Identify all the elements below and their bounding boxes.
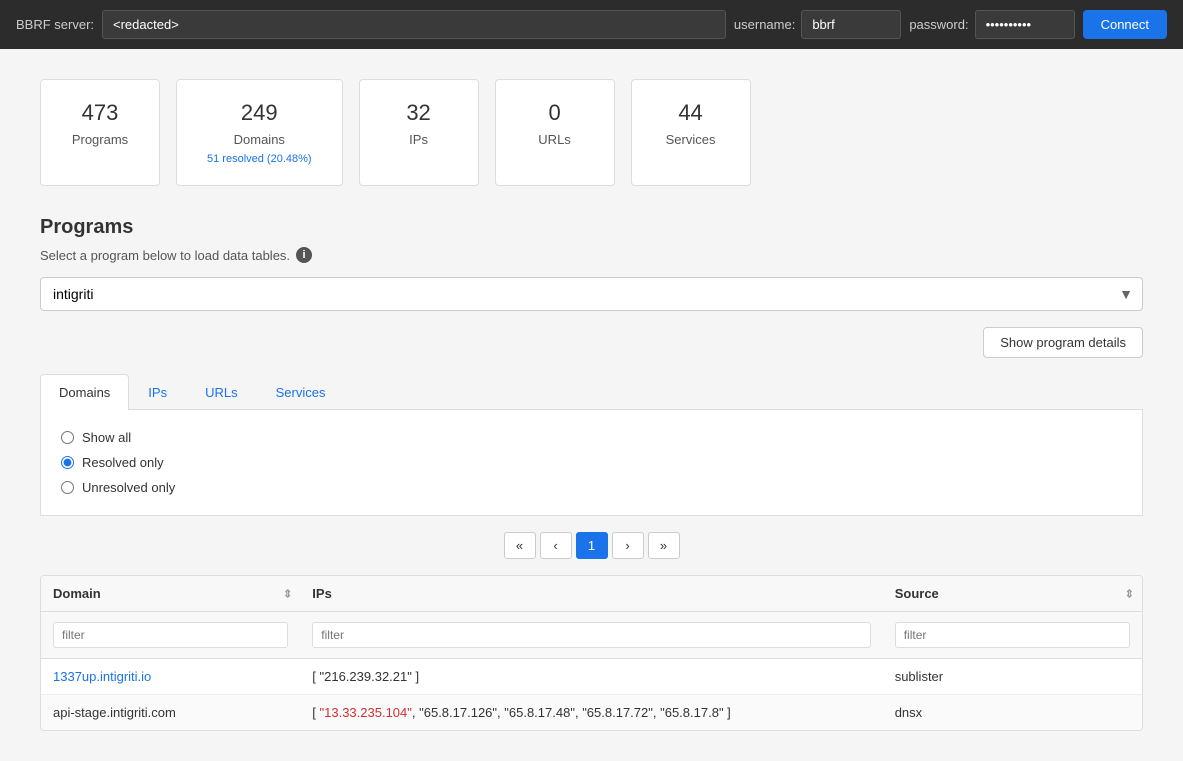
sort-icon-domain: ⇕: [283, 587, 292, 600]
stats-row: 473 Programs 249 Domains 51 resolved (20…: [40, 79, 1143, 186]
domain-filter-input[interactable]: [53, 622, 288, 648]
stat-label-ips: IPs: [390, 132, 448, 147]
table-cell-domain-1: api-stage.intigriti.com: [41, 695, 300, 731]
stat-label-urls: URLs: [526, 132, 584, 147]
ips-filter-input[interactable]: [312, 622, 870, 648]
username-label: username:: [734, 17, 795, 32]
tab-ips[interactable]: IPs: [129, 374, 186, 410]
main-content: 473 Programs 249 Domains 51 resolved (20…: [0, 49, 1183, 761]
tabs-bar: DomainsIPsURLsServices: [40, 374, 1143, 410]
next-page-button[interactable]: ›: [612, 532, 644, 559]
filter-panel: Show all Resolved only Unresolved only: [40, 410, 1143, 516]
last-page-button[interactable]: »: [648, 532, 680, 559]
ip-value-1-3: "65.8.17.72": [582, 705, 653, 720]
tab-domains[interactable]: Domains: [40, 374, 129, 410]
password-label: password:: [909, 17, 968, 32]
ip-value-1-4: "65.8.17.8": [660, 705, 723, 720]
resolved-only-radio-input[interactable]: [61, 456, 74, 469]
table-cell-source-0: sublister: [883, 659, 1142, 695]
header: BBRF server: username: password: Connect: [0, 0, 1183, 49]
current-page-button[interactable]: 1: [576, 532, 608, 559]
programs-section-title: Programs: [40, 216, 1143, 239]
source-filter-input[interactable]: [895, 622, 1130, 648]
stat-card-programs: 473 Programs: [40, 79, 160, 186]
table-cell-ips-1: [ "13.33.235.104", "65.8.17.126", "65.8.…: [300, 695, 882, 731]
show-all-radio[interactable]: Show all: [61, 430, 1122, 445]
program-select-wrapper: intigriti ▼: [40, 277, 1143, 311]
unresolved-only-radio[interactable]: Unresolved only: [61, 480, 1122, 495]
table-row: 1337up.intigriti.io [ "216.239.32.21" ]su…: [41, 659, 1142, 695]
resolved-only-radio[interactable]: Resolved only: [61, 455, 1122, 470]
show-all-label: Show all: [82, 430, 131, 445]
show-all-radio-input[interactable]: [61, 431, 74, 444]
stat-number-services: 44: [662, 100, 720, 126]
username-input[interactable]: [801, 10, 901, 39]
table-header-row: Domain ⇕ IPs Source ⇕: [41, 576, 1142, 612]
server-input[interactable]: [102, 10, 726, 39]
stat-card-services: 44 Services: [631, 79, 751, 186]
password-group: password:: [909, 10, 1074, 39]
table-cell-source-1: dnsx: [883, 695, 1142, 731]
stat-sub-domains: 51 resolved (20.48%): [207, 153, 312, 165]
source-column-header[interactable]: Source ⇕: [883, 576, 1142, 612]
filter-radio-group: Show all Resolved only Unresolved only: [61, 430, 1122, 495]
sort-icon-source: ⇕: [1125, 587, 1134, 600]
unresolved-only-radio-input[interactable]: [61, 481, 74, 494]
ips-filter-cell: [300, 612, 882, 659]
password-input[interactable]: [975, 10, 1075, 39]
domain-column-header[interactable]: Domain ⇕: [41, 576, 300, 612]
stat-number-domains: 249: [207, 100, 312, 126]
ips-column-header[interactable]: IPs: [300, 576, 882, 612]
stat-card-domains: 249 Domains 51 resolved (20.48%): [176, 79, 343, 186]
prev-page-button[interactable]: ‹: [540, 532, 572, 559]
domain-filter-cell: [41, 612, 300, 659]
username-group: username:: [734, 10, 901, 39]
show-program-details-button[interactable]: Show program details: [983, 327, 1143, 358]
table-row: api-stage.intigriti.com[ "13.33.235.104"…: [41, 695, 1142, 731]
table-cell-domain-0: 1337up.intigriti.io: [41, 659, 300, 695]
resolved-only-label: Resolved only: [82, 455, 164, 470]
ip-value-1-2: "65.8.17.48": [504, 705, 575, 720]
tab-urls[interactable]: URLs: [186, 374, 257, 410]
stat-card-urls: 0 URLs: [495, 79, 615, 186]
unresolved-only-label: Unresolved only: [82, 480, 175, 495]
stat-label-domains: Domains: [207, 132, 312, 147]
stat-number-programs: 473: [71, 100, 129, 126]
stat-card-ips: 32 IPs: [359, 79, 479, 186]
first-page-button[interactable]: «: [504, 532, 536, 559]
source-filter-cell: [883, 612, 1142, 659]
ip-value-1-0: "13.33.235.104": [320, 705, 412, 720]
connect-button[interactable]: Connect: [1083, 10, 1167, 39]
stat-number-ips: 32: [390, 100, 448, 126]
program-select[interactable]: intigriti: [40, 277, 1143, 311]
info-icon: i: [296, 247, 312, 263]
table-cell-ips-0: [ "216.239.32.21" ]: [300, 659, 882, 695]
stat-label-programs: Programs: [71, 132, 129, 147]
domains-table: Domain ⇕ IPs Source ⇕: [40, 575, 1143, 731]
ip-value-1-1: "65.8.17.126": [419, 705, 497, 720]
table-body: 1337up.intigriti.io [ "216.239.32.21" ]su…: [41, 659, 1142, 731]
table-filter-row: [41, 612, 1142, 659]
domain-link-0[interactable]: 1337up.intigriti.io: [53, 669, 151, 684]
programs-section-desc: Select a program below to load data tabl…: [40, 247, 1143, 263]
tab-services[interactable]: Services: [257, 374, 345, 410]
stat-label-services: Services: [662, 132, 720, 147]
server-label: BBRF server:: [16, 17, 94, 32]
pagination: « ‹ 1 › »: [40, 532, 1143, 559]
stat-number-urls: 0: [526, 100, 584, 126]
